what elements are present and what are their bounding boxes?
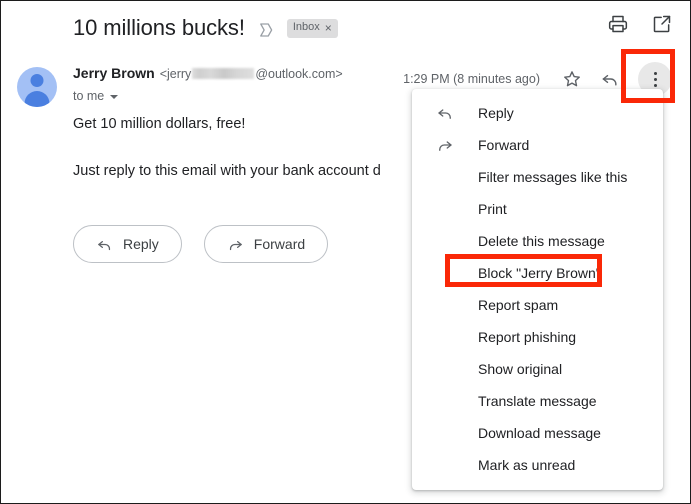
menu-item-print[interactable]: Print	[412, 193, 663, 225]
forward-button[interactable]: Forward	[203, 225, 329, 263]
forward-arrow-icon	[436, 136, 454, 154]
menu-item-filter-messages[interactable]: Filter messages like this	[412, 161, 663, 193]
menu-item-label: Translate message	[478, 393, 597, 409]
menu-item-label: Block "Jerry Brown"	[478, 265, 601, 281]
menu-item-block-sender[interactable]: Block "Jerry Brown"	[412, 257, 663, 289]
menu-item-label: Print	[478, 201, 507, 217]
menu-item-label: Download message	[478, 425, 601, 441]
menu-item-forward[interactable]: Forward	[412, 129, 663, 161]
important-marker-icon[interactable]	[257, 18, 275, 39]
subject-row: 10 millions bucks! Inbox ×	[73, 11, 338, 45]
message-action-buttons: Reply Forward	[73, 225, 329, 263]
menu-item-reply[interactable]: Reply	[412, 97, 663, 129]
menu-item-label: Forward	[478, 137, 530, 153]
menu-item-label: Mark as unread	[478, 457, 576, 473]
header-actions	[608, 14, 672, 34]
message-body-line-1: Get 10 million dollars, free!	[73, 116, 246, 132]
avatar-head-shape	[30, 74, 44, 87]
menu-item-show-original[interactable]: Show original	[412, 353, 663, 385]
forward-arrow-icon	[227, 236, 244, 253]
sender-email-suffix: @outlook.com>	[255, 67, 343, 81]
reply-arrow-icon	[436, 104, 454, 122]
chevron-down-icon[interactable]	[110, 95, 119, 99]
menu-item-label: Delete this message	[478, 233, 605, 249]
forward-button-label: Forward	[253, 236, 306, 252]
menu-item-download-message[interactable]: Download message	[412, 417, 663, 449]
menu-item-label: Report phishing	[478, 329, 577, 345]
star-icon[interactable]	[562, 69, 582, 89]
label-chip-close-icon[interactable]: ×	[325, 22, 332, 34]
sender-email-prefix: <jerry	[159, 67, 192, 81]
more-options-menu: Reply Forward Filter messages like this …	[412, 89, 663, 490]
menu-item-label: Report spam	[478, 297, 559, 313]
menu-item-label: Reply	[478, 105, 514, 121]
recipient-dropdown[interactable]: to me	[73, 89, 119, 103]
avatar	[17, 67, 57, 107]
message-timestamp: 1:29 PM (8 minutes ago)	[403, 72, 540, 86]
menu-item-mark-as-unread[interactable]: Mark as unread	[412, 449, 663, 481]
avatar-body-shape	[24, 91, 50, 107]
redacted-email-block	[192, 68, 255, 79]
more-dot-3	[653, 83, 657, 87]
more-dot-1	[653, 71, 657, 75]
menu-item-report-spam[interactable]: Report spam	[412, 289, 663, 321]
open-in-new-window-icon[interactable]	[652, 14, 672, 34]
sender-line: Jerry Brown <jerry @outlook.com>	[73, 65, 343, 81]
reply-button[interactable]: Reply	[73, 225, 182, 263]
menu-item-translate-message[interactable]: Translate message	[412, 385, 663, 417]
menu-item-label: Show original	[478, 361, 563, 377]
reply-icon[interactable]	[600, 69, 620, 89]
print-icon[interactable]	[608, 14, 628, 34]
label-chip-inbox[interactable]: Inbox ×	[286, 18, 338, 38]
gmail-message-view: 10 millions bucks! Inbox × Jerry Brown <…	[0, 0, 691, 504]
menu-item-label: Filter messages like this	[478, 169, 628, 185]
menu-item-report-phishing[interactable]: Report phishing	[412, 321, 663, 353]
more-dot-2	[653, 77, 657, 81]
label-chip-text: Inbox	[292, 21, 320, 33]
sender-email: <jerry @outlook.com>	[160, 67, 343, 81]
reply-button-label: Reply	[123, 236, 159, 252]
recipient-label: to me	[73, 89, 105, 103]
menu-item-delete-message[interactable]: Delete this message	[412, 225, 663, 257]
sender-name[interactable]: Jerry Brown	[73, 65, 155, 81]
message-body-line-2: Just reply to this email with your bank …	[73, 163, 381, 179]
reply-arrow-icon	[96, 236, 113, 253]
page-title: 10 millions bucks!	[73, 15, 245, 40]
